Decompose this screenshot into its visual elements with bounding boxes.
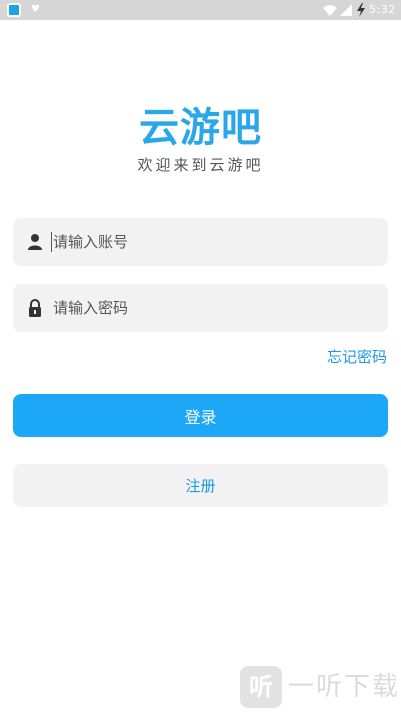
text-cursor — [51, 232, 52, 252]
watermark-logo: 听 — [240, 666, 282, 708]
signal-icon — [340, 4, 352, 16]
wifi-icon — [323, 5, 337, 16]
forgot-password-link[interactable]: 忘记密码 — [327, 347, 387, 367]
watermark-text: 一听下载 — [288, 672, 401, 702]
notification-icon: ♥ — [31, 4, 40, 15]
password-field[interactable] — [13, 284, 388, 332]
password-input[interactable] — [53, 284, 373, 332]
register-button[interactable]: 注册 — [13, 464, 388, 507]
welcome-subtitle: 欢迎来到云游吧 — [137, 156, 264, 174]
charging-icon — [357, 3, 365, 17]
watermark: 听 一听下载 — [240, 662, 400, 710]
account-field[interactable] — [13, 218, 388, 266]
user-icon — [28, 234, 42, 250]
app-logo-title: 云游吧 — [139, 105, 262, 151]
login-button[interactable]: 登录 — [13, 394, 388, 437]
lock-icon — [29, 299, 41, 317]
app-notification-icon — [7, 3, 21, 17]
status-time: 5:32 — [369, 3, 396, 16]
status-bar: ♥ 5:32 — [0, 0, 401, 20]
account-input[interactable] — [53, 218, 373, 266]
